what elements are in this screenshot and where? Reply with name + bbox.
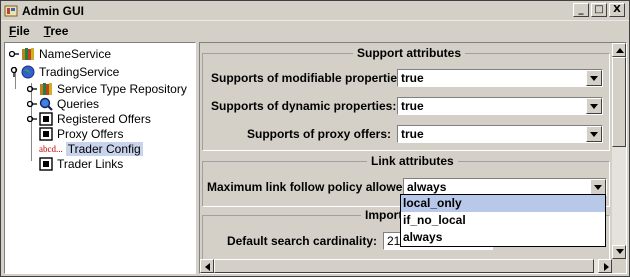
tree-node-label: Service Type Repository [57,82,187,96]
vertical-scroll-thumb[interactable] [612,57,626,147]
magnifier-icon [39,97,53,111]
option-if-no-local[interactable]: if_no_local [401,212,605,229]
config-pane: Support attributes Supports of modifiabl… [199,42,627,274]
key-handle-icon [27,100,37,108]
menu-bar: File Tree [1,21,629,41]
menu-tree[interactable]: Tree [44,24,69,38]
tree-node-registered-offers[interactable]: Registered Offers [27,111,151,127]
max-link-policy-dropdown[interactable]: local_only if_no_local always [400,194,606,247]
scroll-up-button[interactable] [612,43,626,57]
dynamic-properties-combo[interactable]: true [397,97,603,115]
modifiable-properties-combo[interactable]: true [397,69,603,87]
menu-file[interactable]: File [9,24,30,38]
document-icon [39,112,53,126]
tree-node-label: Registered Offers [57,112,151,126]
combo-value: always [407,180,447,194]
maximize-button[interactable]: □ [591,3,607,17]
scroll-left-button[interactable] [200,259,214,273]
tree-node-proxy-offers[interactable]: Proxy Offers [39,126,123,142]
support-attributes-title: Support attributes [353,46,465,60]
globe-icon [21,65,35,79]
scroll-down-button[interactable] [612,245,626,259]
document-icon [39,127,53,141]
tree-node-service-type-repository[interactable]: Service Type Repository [27,81,187,97]
support-attributes-group: Support attributes Supports of modifiabl… [202,46,610,151]
chevron-down-icon[interactable] [586,70,602,86]
dynamic-properties-label: Supports of dynamic properties: [211,99,397,113]
option-local-only[interactable]: local_only [401,195,605,212]
max-link-policy-label: Maximum link follow policy allowed: [207,180,414,194]
menu-tree-rest: ree [50,24,69,38]
field-value: 21 [387,234,401,248]
proxy-offers-label: Supports of proxy offers: [246,127,391,141]
admin-gui-window: Admin GUI _ □ X File Tree NameService Tr… [0,0,630,277]
text-abcd-icon: abcd... [39,144,63,154]
books-icon [22,48,34,60]
document-icon [39,157,53,171]
tree-node-label: NameService [39,47,112,61]
books-icon [40,83,52,95]
tree-pane[interactable]: NameService TradingService Service Type … [4,42,196,274]
combo-value: true [401,99,424,113]
tree-node-trader-config[interactable]: abcd... Trader Config [39,141,143,157]
combo-value: true [401,71,424,85]
tree-node-label: Trader Config [65,142,143,156]
config-content: Support attributes Supports of modifiabl… [200,43,612,259]
vertical-scrollbar[interactable] [612,43,626,259]
proxy-offers-combo[interactable]: true [397,125,603,143]
key-handle-icon [9,50,19,58]
chevron-down-icon[interactable] [586,98,602,114]
default-search-cardinality-label: Default search cardinality: [226,234,377,248]
app-icon [4,5,18,16]
modifiable-properties-label: Supports of modifiable properties: [211,71,408,85]
chevron-down-icon[interactable] [586,126,602,142]
tree-node-queries[interactable]: Queries [27,96,99,112]
tree-node-label: Trader Links [57,157,124,171]
close-button[interactable]: X [609,3,625,17]
tree-node-label: Proxy Offers [57,127,124,141]
key-handle-expanded-icon [10,67,18,77]
scroll-corner [612,259,626,273]
title-bar[interactable]: Admin GUI _ □ X [1,1,629,21]
window-title: Admin GUI [22,3,84,18]
option-always[interactable]: always [401,229,605,246]
chevron-down-icon[interactable] [590,179,606,195]
tree-node-nameservice[interactable]: NameService [9,46,111,62]
tree-node-label: TradingService [39,65,120,79]
tree-node-label: Queries [57,97,100,111]
tree-node-trader-links[interactable]: Trader Links [39,156,123,172]
scroll-right-button[interactable] [598,259,612,273]
link-attributes-title: Link attributes [367,154,458,168]
horizontal-scrollbar[interactable] [200,259,612,273]
minimize-button[interactable]: _ [573,3,589,17]
key-handle-icon [27,115,37,123]
combo-value: true [401,127,424,141]
horizontal-scroll-thumb[interactable] [214,259,594,273]
tree-node-tradingservice[interactable]: TradingService [9,64,119,80]
menu-file-rest: ile [16,24,30,38]
key-handle-icon [27,85,37,93]
